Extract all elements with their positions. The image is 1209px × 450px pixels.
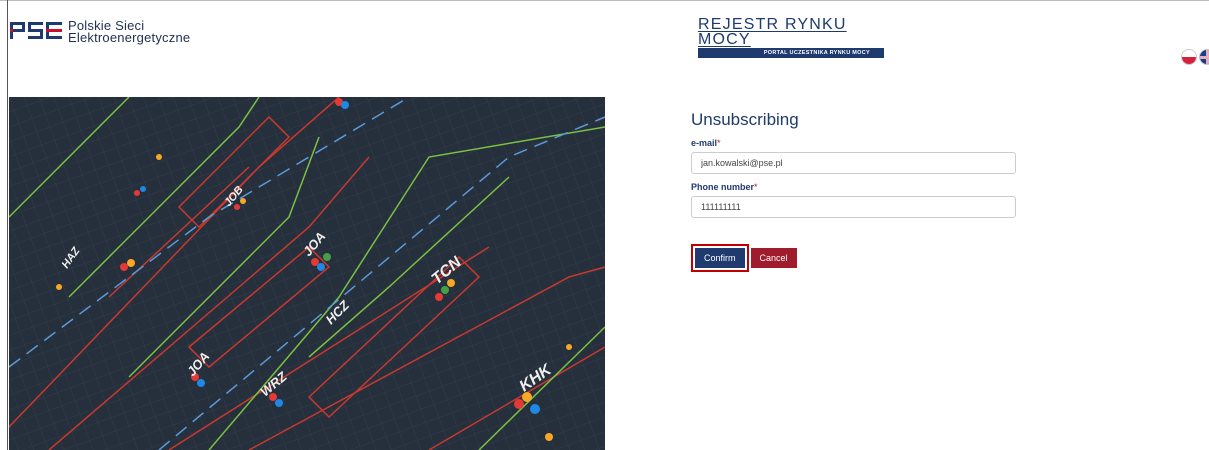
required-marker: * (717, 138, 721, 148)
phone-label: Phone number* (691, 182, 758, 192)
unsubscribe-form: Unsubscribing e-mail* Phone number* (691, 110, 1021, 218)
form-actions: Confirm Cancel (691, 244, 797, 272)
pse-logo-mark (10, 20, 62, 42)
confirm-highlight: Confirm (691, 244, 749, 272)
cancel-button[interactable]: Cancel (750, 248, 797, 268)
page-title: Unsubscribing (691, 110, 799, 129)
uk-flag-icon[interactable] (1199, 49, 1209, 65)
phone-field[interactable] (691, 196, 1016, 218)
company-name: Polskie Sieci Elektroenergetyczne (68, 19, 191, 45)
poland-flag-icon[interactable] (1181, 49, 1197, 65)
company-name-line2: Elektroenergetyczne (68, 30, 191, 45)
required-marker: * (754, 182, 758, 192)
grid-network-image: TCN HCZ WRZ KHK JOA JOA JOB HAZ (9, 97, 605, 450)
email-label: e-mail* (691, 138, 721, 148)
confirm-button[interactable]: Confirm (695, 248, 745, 268)
top-border (0, 0, 1209, 1)
language-switcher (1181, 49, 1209, 65)
pse-logo[interactable]: Polskie Sieci Elektroenergetyczne (10, 19, 191, 45)
left-border (7, 0, 8, 450)
email-field[interactable] (691, 152, 1016, 174)
registry-subtitle: PORTAL UCZESTNIKA RYNKU MOCY (698, 48, 884, 58)
registry-title: REJESTR RYNKU MOCY (698, 16, 847, 48)
registry-header[interactable]: REJESTR RYNKU MOCY PORTAL UCZESTNIKA RYN… (698, 17, 884, 58)
